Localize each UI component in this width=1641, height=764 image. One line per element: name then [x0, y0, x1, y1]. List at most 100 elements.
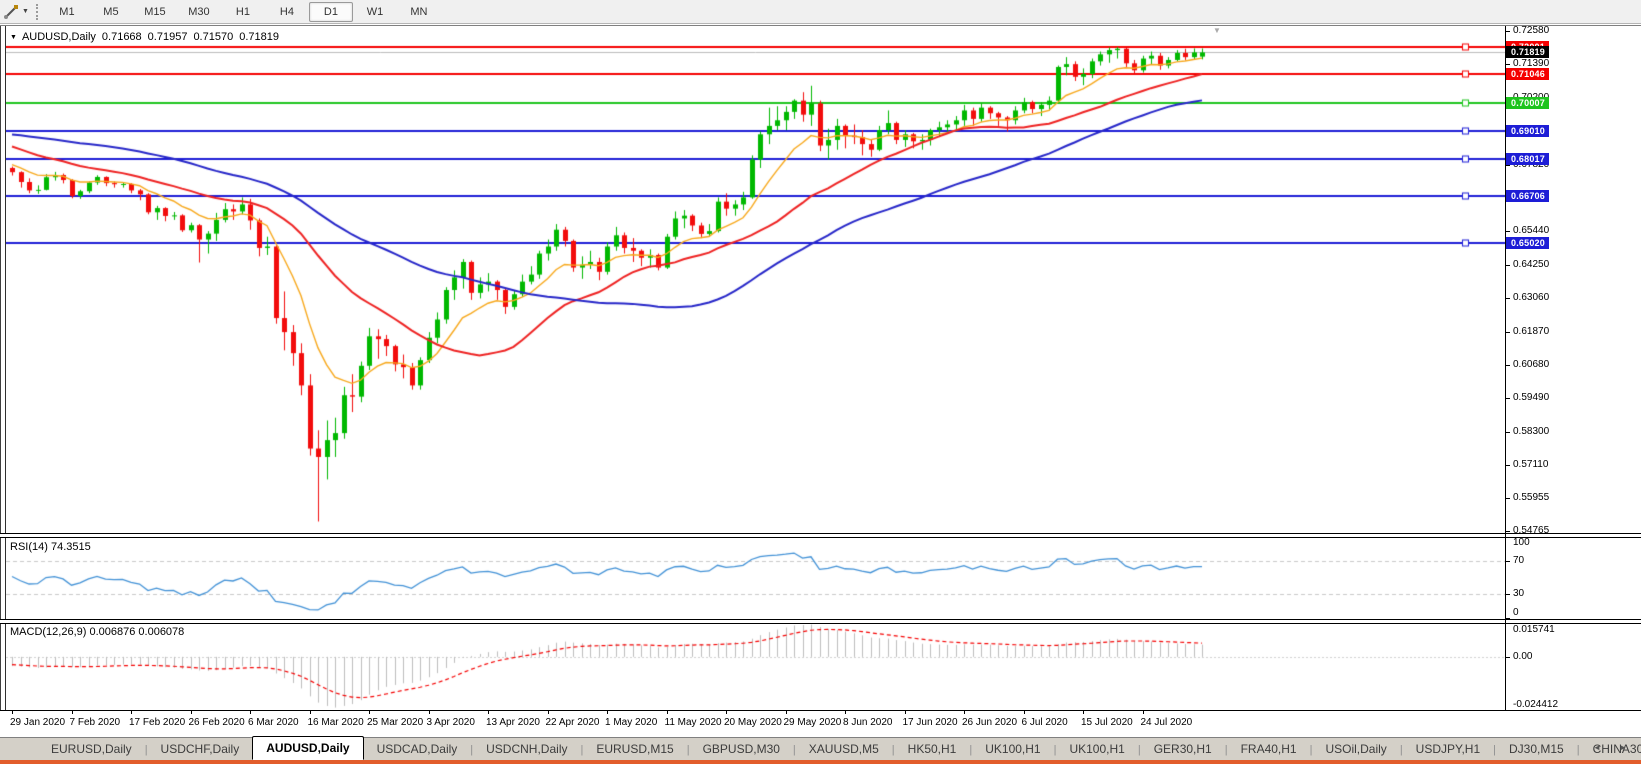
chart-tab-uk100-h1[interactable]: UK100,H1	[972, 739, 1053, 760]
date-label: 6 Jul 2020	[1022, 717, 1068, 728]
chart-tab-hk50-h1[interactable]: HK50,H1	[895, 739, 970, 760]
chart-tab-ger30-h1[interactable]: GER30,H1	[1141, 739, 1225, 760]
macd-tick-label: 0.015741	[1513, 624, 1555, 635]
chart-tab-gbpusd-m30[interactable]: GBPUSD,M30	[690, 739, 793, 760]
date-label: 24 Jul 2020	[1141, 717, 1193, 728]
date-tickmark	[548, 711, 549, 714]
price-tickmark	[1506, 498, 1510, 499]
price-tickmark	[1506, 465, 1510, 466]
price-tick-label: 0.64250	[1513, 259, 1549, 270]
chart-tabs: EURUSD,Daily|USDCHF,DailyAUDUSD,DailyUSD…	[38, 738, 1641, 760]
chart-tab-usdjpy-h1[interactable]: USDJPY,H1	[1403, 739, 1493, 760]
price-tickmark	[1506, 31, 1510, 32]
macd-tickmark	[1506, 710, 1510, 711]
level-price-label: 0.71046	[1506, 68, 1549, 80]
current-price-label: 0.71819	[1506, 46, 1549, 58]
price-tickmark	[1506, 298, 1510, 299]
rsi-tickmark	[1506, 537, 1510, 538]
timeframe-button-h4[interactable]: H4	[265, 2, 309, 22]
chart-tab-eurusd-daily[interactable]: EURUSD,Daily	[38, 739, 145, 760]
date-tickmark	[250, 711, 251, 714]
price-tickmark	[1506, 231, 1510, 232]
date-tickmark	[131, 711, 132, 714]
date-label: 15 Jul 2020	[1081, 717, 1133, 728]
rsi-panel-canvas[interactable]	[6, 536, 1505, 619]
date-label: 25 Mar 2020	[367, 717, 423, 728]
date-tickmark	[905, 711, 906, 714]
date-tickmark	[310, 711, 311, 714]
date-tickmark	[845, 711, 846, 714]
rsi-tick-label: 30	[1513, 588, 1524, 599]
date-label: 17 Jun 2020	[903, 717, 958, 728]
date-label: 11 May 2020	[665, 717, 722, 728]
timeframe-button-m5[interactable]: M5	[89, 2, 133, 22]
macd-panel-canvas[interactable]	[6, 622, 1505, 711]
panel-divider-main-rsi[interactable]	[0, 533, 1641, 538]
date-label: 16 Mar 2020	[308, 717, 364, 728]
timeframe-button-m15[interactable]: M15	[133, 2, 177, 22]
timeframe-button-m30[interactable]: M30	[177, 2, 221, 22]
date-label: 6 Mar 2020	[248, 717, 299, 728]
window-frame-left	[0, 26, 1, 711]
tool-dropdown-caret[interactable]: ▼	[22, 8, 29, 15]
level-price-label: 0.65020	[1506, 237, 1549, 249]
date-tickmark	[488, 711, 489, 714]
macd-tick-label: 0.00	[1513, 651, 1532, 662]
date-label: 13 Apr 2020	[486, 717, 540, 728]
level-price-label: 0.70007	[1506, 97, 1549, 109]
chart-tab-eurusd-m15[interactable]: EURUSD,M15	[583, 739, 686, 760]
chart-tab-fra40-h1[interactable]: FRA40,H1	[1228, 739, 1310, 760]
chart-shift-marker-icon[interactable]: ▼	[1213, 26, 1221, 35]
mt4-trading-platform: { "toolbar": { "tool_icon": "crosshair-d…	[0, 0, 1641, 764]
timeframe-button-mn[interactable]: MN	[397, 2, 441, 22]
bottom-accent-strip	[0, 760, 1641, 764]
price-tickmark	[1506, 64, 1510, 65]
timeframe-button-w1[interactable]: W1	[353, 2, 397, 22]
price-tick-label: 0.61870	[1513, 326, 1549, 337]
main-chart-canvas[interactable]	[6, 26, 1505, 533]
tab-scroll-arrows[interactable]: ◄ ►	[1593, 743, 1635, 752]
toolbar-grip[interactable]	[36, 4, 38, 20]
time-axis-line	[0, 710, 1641, 711]
timeframe-button-m1[interactable]: M1	[45, 2, 89, 22]
timeframe-button-d1[interactable]: D1	[309, 2, 353, 22]
date-tickmark	[786, 711, 787, 714]
crosshair-draw-tool-icon[interactable]	[1, 3, 21, 21]
chart-tab-dj30-m15[interactable]: DJ30,M15	[1496, 739, 1577, 760]
chart-tab-usdchf-daily[interactable]: USDCHF,Daily	[148, 739, 253, 760]
chart-tab-usdcad-daily[interactable]: USDCAD,Daily	[364, 739, 471, 760]
date-tickmark	[72, 711, 73, 714]
rsi-tickmark	[1506, 618, 1510, 619]
chart-symbol-label: AUDUSD,Daily	[22, 31, 96, 43]
ohlc-open: 0.71668	[102, 31, 142, 43]
date-label: 7 Feb 2020	[70, 717, 121, 728]
date-tickmark	[369, 711, 370, 714]
rsi-tickmark	[1506, 561, 1510, 562]
chart-tab-audusd-daily[interactable]: AUDUSD,Daily	[252, 736, 363, 760]
date-tickmark	[607, 711, 608, 714]
panel-divider-rsi-macd[interactable]	[0, 619, 1641, 624]
level-price-label: 0.69010	[1506, 125, 1549, 137]
date-label: 17 Feb 2020	[129, 717, 185, 728]
date-tickmark	[964, 711, 965, 714]
price-tickmark	[1506, 531, 1510, 532]
macd-tickmark	[1506, 623, 1510, 624]
chart-tab-bar: EURUSD,Daily|USDCHF,DailyAUDUSD,DailyUSD…	[0, 737, 1641, 760]
date-label: 26 Feb 2020	[189, 717, 245, 728]
price-tick-label: 0.60680	[1513, 359, 1549, 370]
collapse-chart-icon[interactable]: ▼	[10, 34, 17, 41]
chart-tab-usoil-daily[interactable]: USOil,Daily	[1312, 739, 1399, 760]
date-tickmark	[191, 711, 192, 714]
level-price-label: 0.66706	[1506, 190, 1549, 202]
price-tickmark	[1506, 432, 1510, 433]
rsi-tick-label: 100	[1513, 537, 1530, 548]
date-tickmark	[667, 711, 668, 714]
chart-tab-uk100-h1[interactable]: UK100,H1	[1056, 739, 1137, 760]
macd-indicator-label: MACD(12,26,9) 0.006876 0.006078	[10, 626, 184, 638]
timeframe-button-h1[interactable]: H1	[221, 2, 265, 22]
level-price-label: 0.68017	[1506, 153, 1549, 165]
date-tickmark	[1024, 711, 1025, 714]
date-tickmark	[12, 711, 13, 714]
chart-tab-usdcnh-daily[interactable]: USDCNH,Daily	[473, 739, 580, 760]
chart-tab-xauusd-m5[interactable]: XAUUSD,M5	[796, 739, 892, 760]
